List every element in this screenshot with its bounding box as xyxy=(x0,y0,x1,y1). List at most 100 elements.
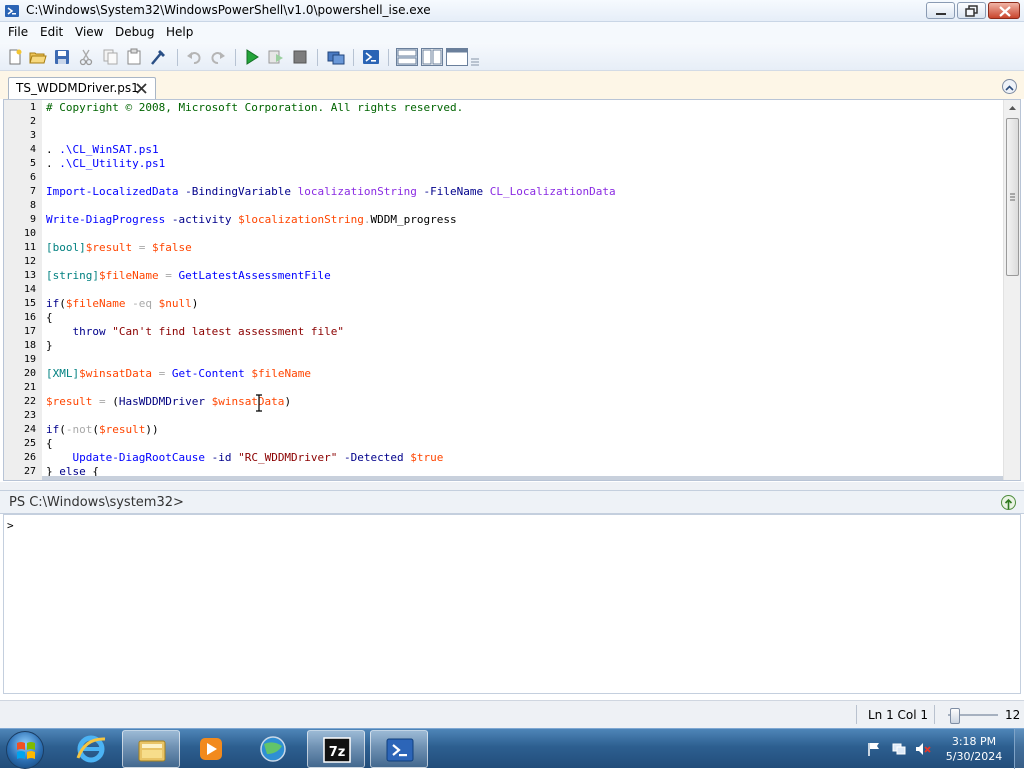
layout-script-right-icon[interactable] xyxy=(421,48,443,66)
code-token: -Detected xyxy=(337,451,411,464)
console-pane[interactable]: > xyxy=(3,514,1021,694)
code-line-18: } xyxy=(46,339,53,352)
window-title: C:\Windows\System32\WindowsPowerShell\v1… xyxy=(26,3,431,17)
code-line-9: Write-DiagProgress -activity $localizati… xyxy=(46,213,457,226)
open-icon[interactable] xyxy=(29,48,47,66)
title-bar[interactable]: C:\Windows\System32\WindowsPowerShell\v1… xyxy=(0,0,1024,22)
line-number: 25 xyxy=(23,438,36,449)
code-line-11: [bool]$result = $false xyxy=(46,241,192,254)
tab-close-icon[interactable] xyxy=(135,82,148,95)
close-button[interactable] xyxy=(988,2,1020,19)
code-token: ( xyxy=(112,395,119,408)
taskbar-powershell-ise[interactable] xyxy=(370,730,428,768)
script-horizontal-scrollbar[interactable] xyxy=(42,476,1003,480)
code-line-1: # Copyright © 2008, Microsoft Corporatio… xyxy=(46,101,463,114)
line-number: 27 xyxy=(23,466,36,477)
tab-label: TS_WDDMDriver.ps1 xyxy=(16,81,139,95)
zoom-slider-thumb[interactable] xyxy=(950,708,960,724)
menu-help[interactable]: Help xyxy=(166,25,193,39)
code-token: localizationString xyxy=(297,185,417,198)
scrollbar-thumb[interactable] xyxy=(1006,118,1019,276)
7zip-icon: 7z xyxy=(323,737,351,763)
taskbar-windows-explorer[interactable] xyxy=(122,730,180,768)
zoom-value: 12 xyxy=(1005,708,1021,722)
console-prompt: > xyxy=(7,519,14,532)
start-powershell-icon[interactable] xyxy=(362,48,380,66)
new-script-icon[interactable] xyxy=(6,48,24,66)
menu-debug[interactable]: Debug xyxy=(115,25,154,39)
taskbar-network-globe[interactable] xyxy=(244,730,302,768)
network-icon[interactable] xyxy=(891,741,907,757)
code-token: ) xyxy=(284,395,292,408)
start-button[interactable] xyxy=(6,731,44,769)
code-line-5: . .\CL_Utility.ps1 xyxy=(46,157,165,170)
menu-view[interactable]: View xyxy=(75,25,103,39)
cut-icon[interactable] xyxy=(77,48,95,66)
menu-bar: File Edit View Debug Help xyxy=(0,22,1024,43)
code-token: -BindingVariable xyxy=(178,185,298,198)
code-token: Get-Content xyxy=(171,367,245,380)
layout-script-top-icon[interactable] xyxy=(396,48,418,66)
code-token: "RC_WDDMDriver" xyxy=(238,451,338,464)
code-token: $fileName xyxy=(65,297,126,310)
restore-button[interactable] xyxy=(957,2,986,19)
code-token: -activity xyxy=(165,213,239,226)
script-tab-strip: TS_WDDMDriver.ps1 xyxy=(0,71,1024,99)
new-remote-tab-icon[interactable] xyxy=(327,48,345,66)
line-number: 13 xyxy=(23,270,36,281)
toolbar xyxy=(0,43,1024,71)
console-path-label: PS C:\Windows\system32> xyxy=(9,495,184,510)
menu-edit[interactable]: Edit xyxy=(40,25,63,39)
code-token: $winsatData xyxy=(79,367,152,380)
close-icon xyxy=(999,6,1011,17)
code-token: CL_LocalizationData xyxy=(489,185,616,198)
code-token: ( xyxy=(59,423,66,436)
pane-splitter[interactable] xyxy=(0,482,1024,490)
line-number: 17 xyxy=(23,326,36,337)
tab-ts-wddmdriver[interactable]: TS_WDDMDriver.ps1 xyxy=(8,77,156,99)
line-number: 14 xyxy=(23,284,36,295)
taskbar-internet-explorer[interactable] xyxy=(62,730,120,768)
layout-script-maximized-icon[interactable] xyxy=(446,48,468,66)
taskbar-7zip[interactable]: 7z xyxy=(307,730,365,768)
code-token: .\CL_Utility.ps1 xyxy=(59,157,166,170)
stop-icon[interactable] xyxy=(291,48,309,66)
toolbar-separator xyxy=(353,49,354,66)
menu-file[interactable]: File xyxy=(8,25,28,39)
scroll-up-icon[interactable] xyxy=(1004,100,1021,116)
line-number: 22 xyxy=(23,396,36,407)
toolbar-overflow-icon[interactable] xyxy=(470,56,480,66)
undo-icon[interactable] xyxy=(185,48,203,66)
powershell-icon xyxy=(386,738,414,762)
action-center-flag-icon[interactable] xyxy=(866,741,882,757)
paste-icon[interactable] xyxy=(125,48,143,66)
powershell-app-icon xyxy=(5,5,19,17)
code-token: ( xyxy=(59,297,66,310)
taskbar-clock[interactable]: 3:18 PM 5/30/2024 xyxy=(938,734,1010,764)
minimize-button[interactable] xyxy=(926,2,955,19)
script-editor[interactable]: 1 2 3 4 5 6 7 8 9 10 11 12 13 14 15 16 1… xyxy=(3,99,1021,481)
toolbar-separator xyxy=(317,49,318,66)
clear-output-icon[interactable] xyxy=(149,48,167,66)
script-vertical-scrollbar[interactable] xyxy=(1003,100,1020,480)
chevron-up-icon xyxy=(1005,85,1014,91)
code-token: $fileName xyxy=(98,269,159,282)
run-selection-icon[interactable] xyxy=(267,48,285,66)
line-number: 11 xyxy=(23,242,36,253)
line-number: 7 xyxy=(29,186,36,197)
code-token: if xyxy=(46,297,60,310)
taskbar-media-player[interactable] xyxy=(182,730,240,768)
run-script-icon[interactable] xyxy=(243,48,261,66)
redo-icon[interactable] xyxy=(209,48,227,66)
copy-icon[interactable] xyxy=(101,48,119,66)
save-icon[interactable] xyxy=(53,48,71,66)
line-number: 21 xyxy=(23,382,36,393)
collapse-script-pane-button[interactable] xyxy=(1002,79,1017,94)
code-token: Write-DiagProgress xyxy=(46,213,166,226)
volume-muted-icon[interactable] xyxy=(915,741,931,757)
console-header: PS C:\Windows\system32> xyxy=(0,490,1024,514)
console-pane-toggle-button[interactable] xyxy=(1001,495,1016,510)
code-token: $fileName xyxy=(244,367,311,380)
code-token: [bool] xyxy=(46,241,86,254)
show-desktop-button[interactable] xyxy=(1014,729,1024,769)
